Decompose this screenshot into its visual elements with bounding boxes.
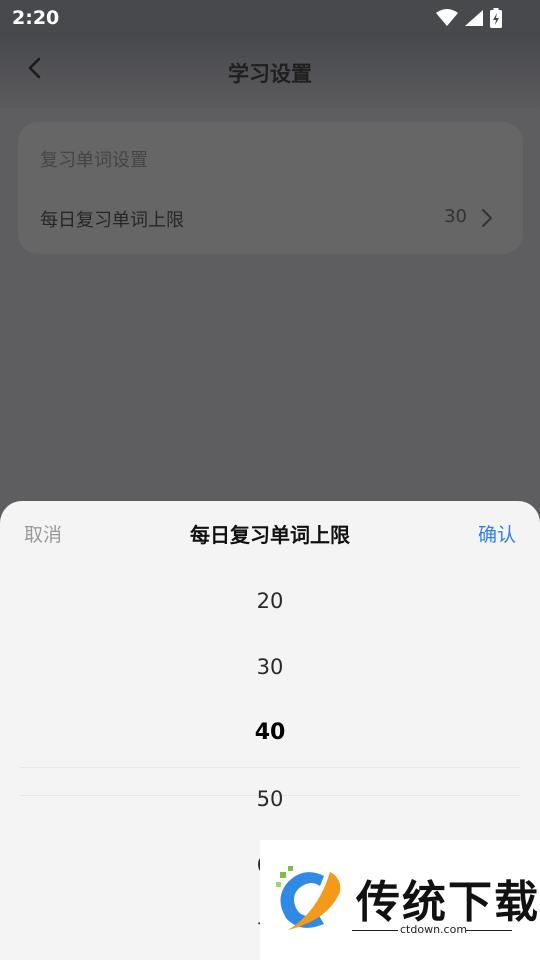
status-icons <box>436 8 502 28</box>
daily-review-limit-row[interactable]: 每日复习单词上限 30 <box>18 192 523 244</box>
app-header: 学习设置 <box>0 36 540 108</box>
watermark-line <box>352 930 398 931</box>
review-settings-card: 复习单词设置 每日复习单词上限 30 <box>18 122 523 254</box>
picker-option-selected[interactable]: 40 <box>0 720 540 745</box>
wifi-icon <box>436 9 458 26</box>
confirm-button[interactable]: 确认 <box>478 520 516 547</box>
watermark: 传统下载 ctdown.com <box>260 840 540 960</box>
status-bar: 2:20 <box>0 0 540 36</box>
watermark-line <box>466 930 512 931</box>
watermark-name: 传统下载 <box>356 877 540 928</box>
section-title: 复习单词设置 <box>40 150 148 171</box>
picker-divider <box>20 767 520 768</box>
signal-icon <box>465 10 483 26</box>
status-time: 2:20 <box>12 7 60 29</box>
page-title: 学习设置 <box>228 62 312 86</box>
picker-option[interactable]: 50 <box>0 787 540 811</box>
picker-option[interactable]: 30 <box>0 655 540 679</box>
battery-charging-icon <box>490 8 502 28</box>
watermark-url: ctdown.com <box>400 923 468 936</box>
row-value: 30 <box>444 206 467 227</box>
ctdown-logo-icon <box>276 866 341 930</box>
row-label: 每日复习单词上限 <box>40 210 184 231</box>
picker-option[interactable]: 20 <box>0 589 540 613</box>
chevron-right-icon <box>482 209 492 227</box>
sheet-title: 每日复习单词上限 <box>190 523 350 547</box>
cancel-button[interactable]: 取消 <box>24 520 62 547</box>
